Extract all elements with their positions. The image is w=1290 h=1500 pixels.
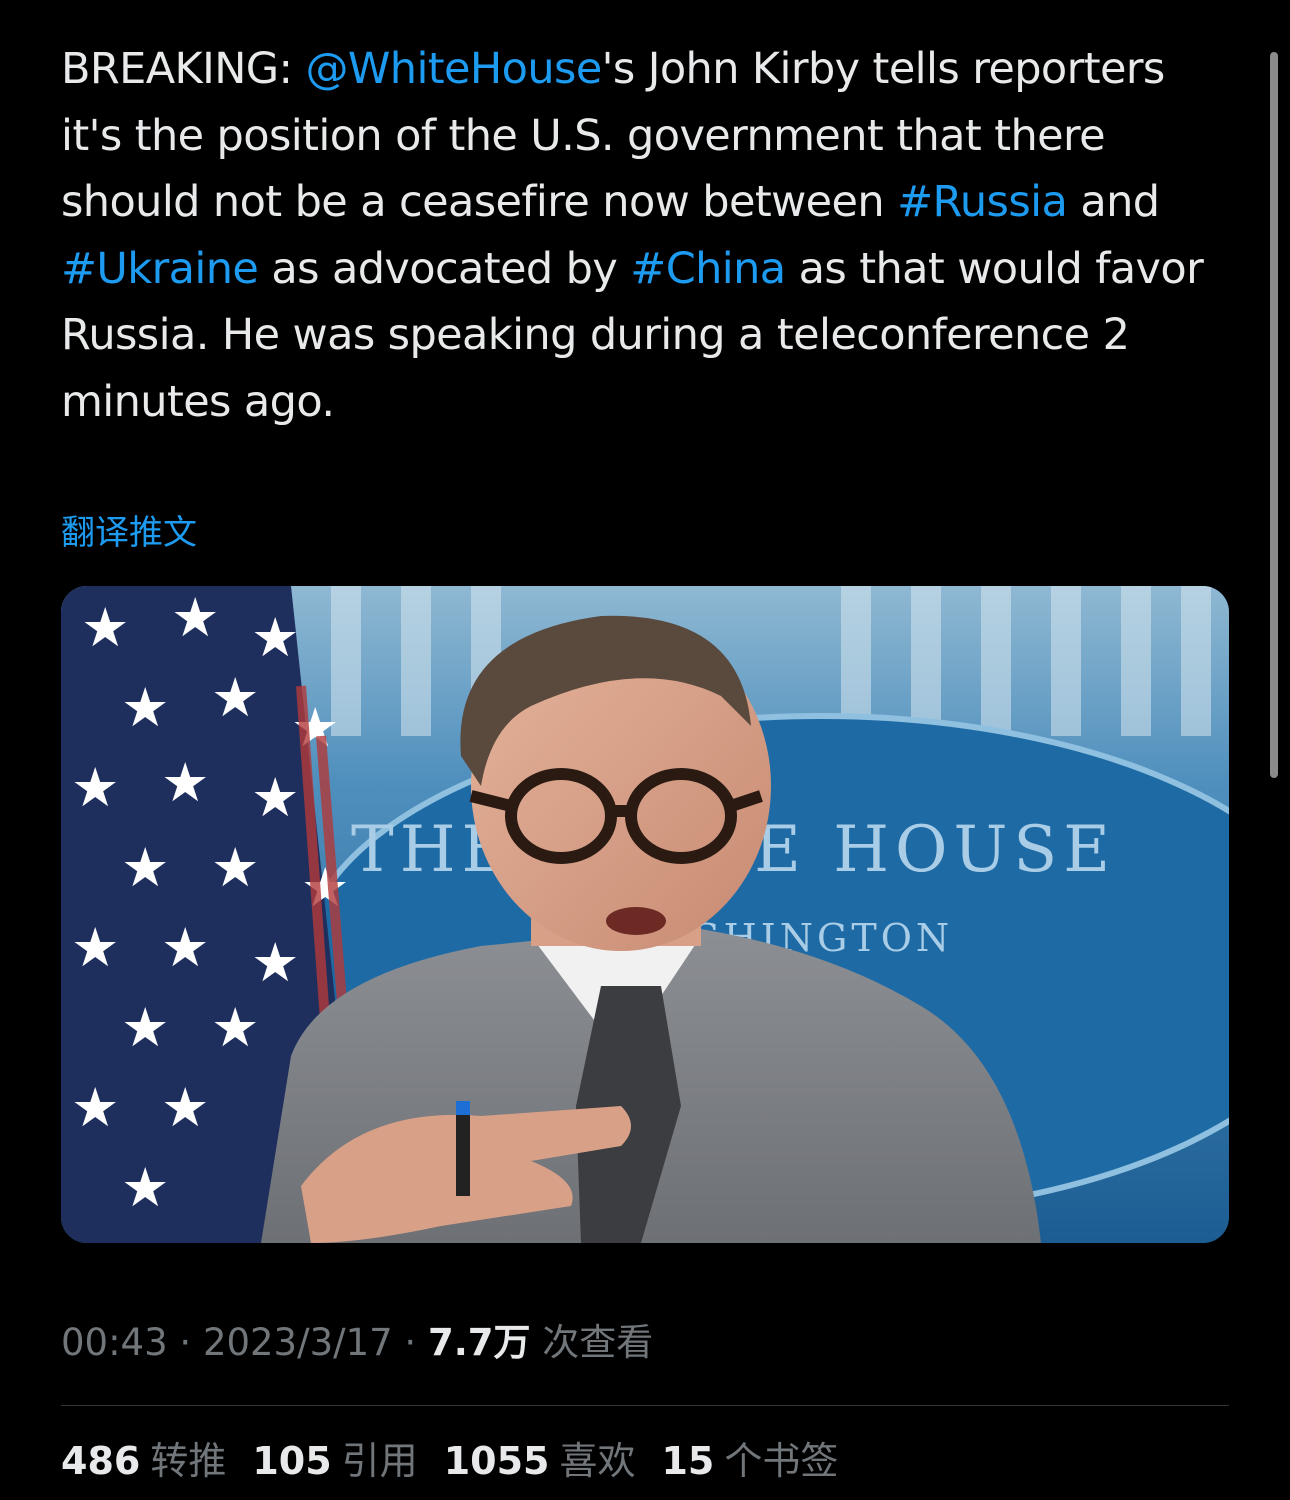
scrollbar[interactable] bbox=[1270, 52, 1278, 778]
svg-text:★: ★ bbox=[211, 666, 259, 729]
svg-text:★: ★ bbox=[121, 836, 169, 899]
likes-stat[interactable]: 1055 喜欢 bbox=[444, 1434, 636, 1488]
pen bbox=[456, 1106, 470, 1196]
retweets-count: 486 bbox=[61, 1439, 141, 1483]
quotes-count: 105 bbox=[252, 1439, 332, 1483]
translate-tweet-link[interactable]: 翻译推文 bbox=[61, 510, 197, 556]
svg-text:★: ★ bbox=[71, 1076, 119, 1139]
retweets-label: 转推 bbox=[150, 1439, 227, 1483]
retweets-stat[interactable]: 486 转推 bbox=[61, 1434, 226, 1488]
views-label: 次查看 bbox=[530, 1321, 654, 1364]
tweet-date[interactable]: 2023/3/17 bbox=[203, 1321, 393, 1364]
svg-text:★: ★ bbox=[71, 756, 119, 819]
svg-text:★: ★ bbox=[251, 766, 299, 829]
hashtag-link-china[interactable]: #China bbox=[630, 244, 786, 294]
hashtag-link-russia[interactable]: #Russia bbox=[897, 177, 1068, 227]
tweet-text: BREAKING: @WhiteHouse's John Kirby tells… bbox=[61, 36, 1231, 435]
svg-text:★: ★ bbox=[301, 856, 349, 919]
svg-text:★: ★ bbox=[211, 996, 259, 1059]
svg-text:★: ★ bbox=[251, 606, 299, 669]
tweet-text-part: BREAKING: bbox=[61, 44, 306, 94]
engagement-stats: 486 转推 105 引用 1055 喜欢 15 个书签 bbox=[61, 1434, 838, 1488]
svg-text:★: ★ bbox=[121, 676, 169, 739]
bookmarks-count: 15 bbox=[661, 1439, 715, 1483]
mention-link-whitehouse[interactable]: @WhiteHouse bbox=[305, 44, 602, 94]
bookmarks-label: 个书签 bbox=[724, 1439, 839, 1483]
views-count[interactable]: 7.7万 bbox=[428, 1321, 531, 1364]
tweet-text-part: and bbox=[1067, 177, 1160, 227]
svg-text:★: ★ bbox=[161, 751, 209, 814]
divider bbox=[61, 1405, 1229, 1406]
svg-text:★: ★ bbox=[171, 586, 219, 649]
mouth bbox=[606, 907, 666, 935]
svg-text:★: ★ bbox=[161, 1076, 209, 1139]
tweet-time[interactable]: 00:43 bbox=[61, 1321, 168, 1364]
svg-text:★: ★ bbox=[71, 916, 119, 979]
likes-count: 1055 bbox=[443, 1439, 550, 1483]
tweet-media-photo[interactable]: THE WHITE HOUSE WASHINGTON ★★★ ★★★ ★★★ ★… bbox=[61, 586, 1229, 1243]
tweet-meta: 00:43 · 2023/3/17 · 7.7万 次查看 bbox=[61, 1318, 653, 1368]
svg-text:★: ★ bbox=[161, 916, 209, 979]
svg-text:★: ★ bbox=[211, 836, 259, 899]
bookmarks-stat[interactable]: 15 个书签 bbox=[661, 1434, 838, 1488]
hashtag-link-ukraine[interactable]: #Ukraine bbox=[61, 244, 259, 294]
likes-label: 喜欢 bbox=[559, 1439, 636, 1483]
svg-text:★: ★ bbox=[251, 931, 299, 994]
quotes-label: 引用 bbox=[341, 1439, 418, 1483]
pen-cap bbox=[456, 1101, 470, 1115]
quotes-stat[interactable]: 105 引用 bbox=[252, 1434, 417, 1488]
meta-separator: · bbox=[392, 1321, 428, 1364]
press-briefing-photo: THE WHITE HOUSE WASHINGTON ★★★ ★★★ ★★★ ★… bbox=[61, 586, 1229, 1243]
meta-separator: · bbox=[167, 1321, 203, 1364]
svg-text:★: ★ bbox=[121, 996, 169, 1059]
svg-text:★: ★ bbox=[81, 596, 129, 659]
svg-text:★: ★ bbox=[121, 1156, 169, 1219]
tweet-text-part: as advocated by bbox=[258, 243, 631, 294]
